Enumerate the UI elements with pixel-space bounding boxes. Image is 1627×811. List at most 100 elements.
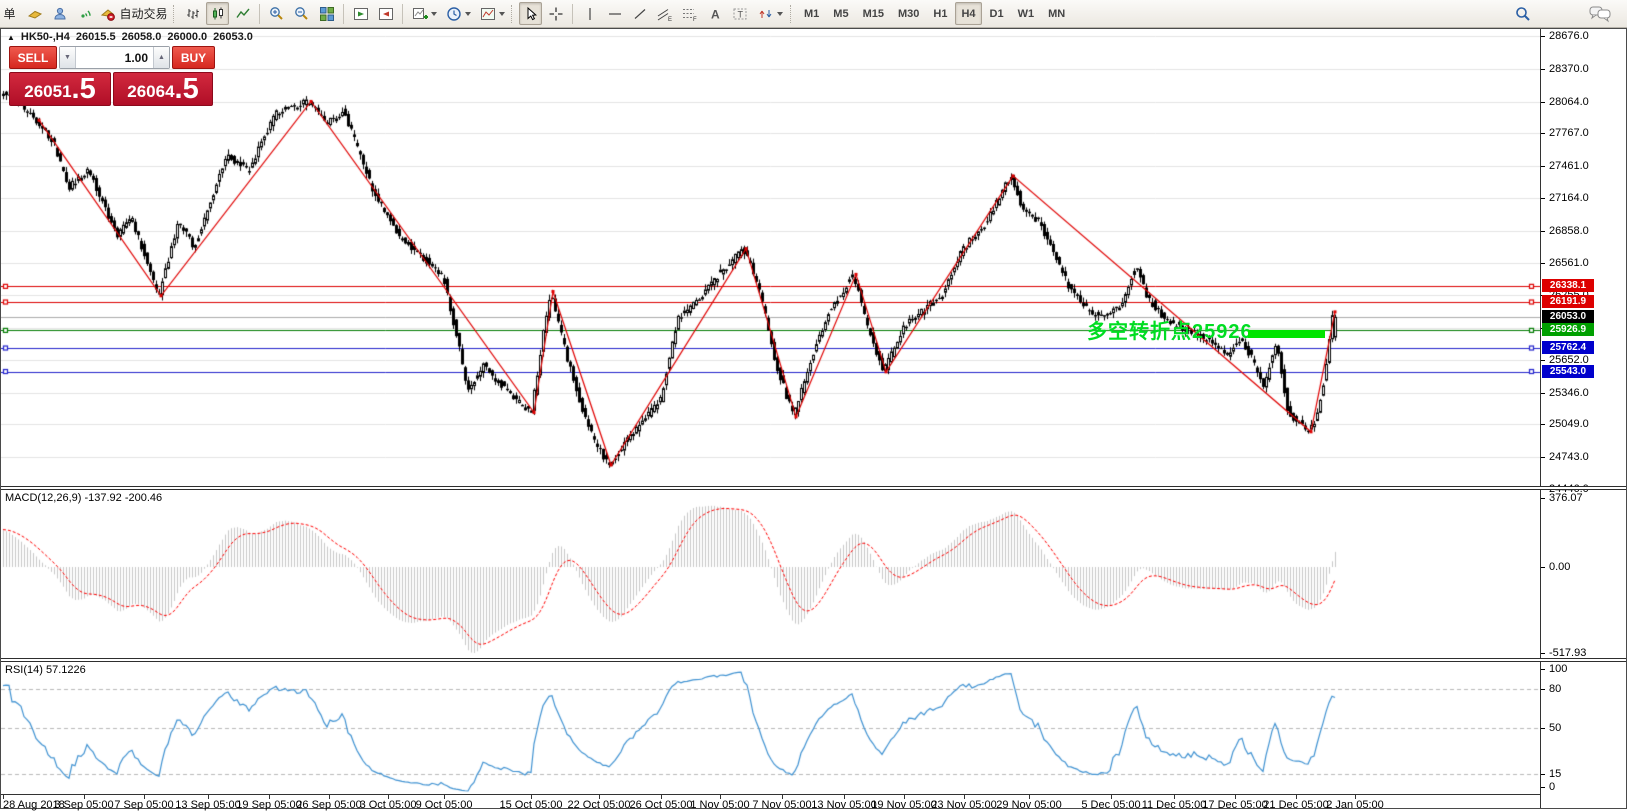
tab-timeframe-d1[interactable]: D1 <box>984 2 1010 25</box>
tab-timeframe-m5[interactable]: M5 <box>827 2 854 25</box>
date-label: 22 Oct 05:00 <box>568 799 631 811</box>
main-chart-canvas[interactable] <box>1 29 1540 487</box>
signals-button[interactable] <box>73 2 96 25</box>
auto-scroll-icon <box>353 6 369 22</box>
macd-canvas[interactable] <box>1 490 1540 658</box>
search-button[interactable] <box>1511 2 1534 25</box>
bar-chart-button[interactable] <box>181 2 204 25</box>
indicators-button[interactable] <box>408 2 440 25</box>
horizontal-line-button[interactable] <box>603 2 626 25</box>
volume-value[interactable]: 1.00 <box>76 47 153 68</box>
ohlc-open: 26015.5 <box>76 31 116 43</box>
rsi-scale-label: 100 <box>1549 663 1567 675</box>
text-icon: A <box>707 6 723 22</box>
date-label: 11 Dec 05:00 <box>1142 799 1207 811</box>
periods-button[interactable] <box>442 2 474 25</box>
price-level-box: 25926.9 <box>1542 323 1594 336</box>
zoom-out-button[interactable] <box>290 2 313 25</box>
label-button[interactable]: T <box>728 2 751 25</box>
equidistant-channel-icon: E <box>656 6 673 22</box>
price-tick-mark <box>1541 198 1545 199</box>
rsi-scale-tick <box>1541 669 1545 670</box>
toolbar: 单 自动交易 <box>0 0 1627 28</box>
price-tick-mark <box>1541 360 1545 361</box>
toolbar-group-handle <box>511 5 514 23</box>
candlestick-chart-button[interactable] <box>206 2 229 25</box>
svg-text:F: F <box>693 17 697 22</box>
toolbar-group-handle <box>790 5 793 23</box>
macd-scale-label: 376.07 <box>1549 492 1583 504</box>
price-tick-label: 27164.0 <box>1549 192 1589 204</box>
timeframe-group: M1M5M15M30H1H4D1W1MN <box>797 2 1072 25</box>
line-chart-button[interactable] <box>231 2 254 25</box>
date-label: 29 Nov 05:00 <box>996 799 1061 811</box>
date-label: 3 Sep 05:00 <box>54 799 113 811</box>
auto-scroll-button[interactable] <box>349 2 372 25</box>
buy-price-button[interactable]: 26064.5 <box>113 72 213 106</box>
crosshair-button[interactable] <box>544 2 567 25</box>
buy-button[interactable]: BUY <box>172 46 215 69</box>
shapes-button[interactable] <box>753 2 787 25</box>
rsi-window-separator[interactable] <box>1 658 1626 662</box>
one-click-trading-panel: SELL ▼ 1.00 ▲ BUY 26051.5 26064.5 <box>9 46 215 106</box>
tab-timeframe-m15[interactable]: M15 <box>857 2 890 25</box>
price-axis[interactable]: 28676.028370.028064.027767.027461.027164… <box>1540 29 1626 808</box>
toolbar-separator <box>259 4 260 24</box>
channel-button[interactable]: E <box>653 2 676 25</box>
tab-timeframe-h4[interactable]: H4 <box>955 2 981 25</box>
price-tick-label: 28064.0 <box>1549 96 1589 108</box>
metaeditor-button[interactable] <box>23 2 46 25</box>
market-button[interactable] <box>48 2 71 25</box>
ohlc-high: 26058.0 <box>122 31 162 43</box>
templates-button[interactable] <box>476 2 508 25</box>
trade-panel-toggle[interactable]: ▲ <box>7 33 15 42</box>
dropdown-caret <box>777 12 783 16</box>
cursor-button[interactable] <box>519 2 542 25</box>
chat-button[interactable] <box>1588 2 1612 25</box>
clock-icon <box>446 6 462 22</box>
rsi-canvas[interactable] <box>1 662 1540 794</box>
autotrade-icon <box>100 6 116 22</box>
vertical-line-icon <box>582 6 598 22</box>
price-tick-mark <box>1541 69 1545 70</box>
date-label: 13 Nov 05:00 <box>811 799 876 811</box>
tab-timeframe-w1[interactable]: W1 <box>1012 2 1041 25</box>
rsi-scale-tick <box>1541 787 1545 788</box>
time-axis[interactable]: 28 Aug 20183 Sep 05:007 Sep 05:0013 Sep … <box>1 794 1540 808</box>
date-label: 23 Nov 05:00 <box>931 799 996 811</box>
trendline-button[interactable] <box>628 2 651 25</box>
tab-timeframe-mn[interactable]: MN <box>1042 2 1071 25</box>
ohlc-low: 26000.0 <box>167 31 207 43</box>
price-tick-mark <box>1541 457 1545 458</box>
price-tick-mark <box>1541 102 1545 103</box>
volume-increase-button[interactable]: ▲ <box>153 47 169 68</box>
chart-shift-button[interactable] <box>374 2 397 25</box>
text-button[interactable]: A <box>703 2 726 25</box>
tab-timeframe-m1[interactable]: M1 <box>798 2 825 25</box>
tile-windows-icon <box>319 6 335 22</box>
svg-text:E: E <box>668 17 672 22</box>
rsi-scale-label: 0 <box>1549 781 1555 793</box>
macd-window-separator[interactable] <box>1 486 1626 490</box>
sell-price-button[interactable]: 26051.5 <box>9 72 111 106</box>
zoom-in-button[interactable] <box>265 2 288 25</box>
date-label: 2 Jan 05:00 <box>1326 799 1384 811</box>
macd-scale-label: 0.00 <box>1549 561 1570 573</box>
gold-bar-icon <box>27 6 43 22</box>
signal-icon <box>77 6 93 22</box>
sell-button[interactable]: SELL <box>9 46 57 69</box>
macd-scale-tick <box>1541 567 1545 568</box>
rsi-scale-tick <box>1541 728 1545 729</box>
date-label: 3 Oct 05:00 <box>360 799 417 811</box>
chart-window: ▲ HK50-,H4 26015.5 26058.0 26000.0 26053… <box>0 28 1627 809</box>
vertical-line-button[interactable] <box>578 2 601 25</box>
tab-timeframe-m30[interactable]: M30 <box>892 2 925 25</box>
new-order-button[interactable]: 单 <box>0 2 21 25</box>
fibonacci-button[interactable]: F <box>678 2 701 25</box>
date-label: 7 Sep 05:00 <box>114 799 173 811</box>
tile-windows-button[interactable] <box>315 2 338 25</box>
tab-timeframe-h1[interactable]: H1 <box>927 2 953 25</box>
autotrading-button[interactable]: 自动交易 <box>98 2 170 25</box>
svg-text:A: A <box>711 7 720 21</box>
volume-decrease-button[interactable]: ▼ <box>60 47 76 68</box>
